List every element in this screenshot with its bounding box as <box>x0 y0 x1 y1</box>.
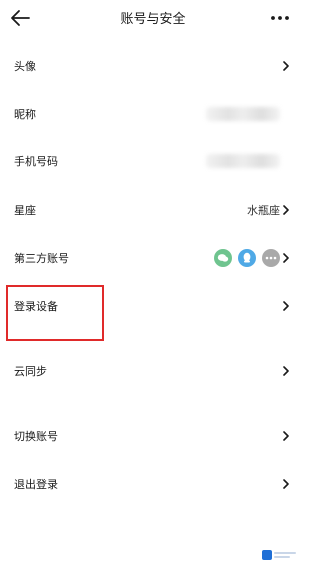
chevron-right-icon <box>283 61 289 71</box>
row-constellation[interactable]: 星座 水瓶座 <box>0 190 306 230</box>
chevron-right-icon <box>283 431 289 441</box>
chevron-right-icon <box>283 366 289 376</box>
row-switch-account[interactable]: 切换账号 <box>0 416 306 456</box>
more-horizontal-icon <box>271 16 289 20</box>
row-phone[interactable]: 手机号码 <box>0 141 306 181</box>
row-nickname[interactable]: 昵称 <box>0 94 306 134</box>
constellation-value: 水瓶座 <box>247 204 280 217</box>
blurred-phone-value <box>206 154 280 168</box>
chevron-right-icon <box>283 205 289 215</box>
qq-icon[interactable] <box>238 249 256 267</box>
row-label: 云同步 <box>14 365 47 378</box>
chevron-right-icon <box>283 301 289 311</box>
row-logout[interactable]: 退出登录 <box>0 464 306 504</box>
watermark-icon <box>262 550 272 560</box>
row-avatar[interactable]: 头像 <box>0 46 306 86</box>
highlight-annotation-box <box>6 285 104 341</box>
row-label: 头像 <box>14 60 36 73</box>
page-title: 账号与安全 <box>120 12 186 27</box>
blurred-nickname-value <box>206 107 280 121</box>
row-cloud-sync[interactable]: 云同步 <box>0 351 306 391</box>
row-label: 退出登录 <box>14 478 58 491</box>
chevron-right-icon <box>283 479 289 489</box>
row-label: 第三方账号 <box>14 252 69 265</box>
wechat-icon[interactable] <box>214 249 232 267</box>
chevron-right-icon <box>283 253 289 263</box>
row-label: 切换账号 <box>14 430 58 443</box>
more-accounts-icon[interactable] <box>262 249 280 267</box>
third-party-icons <box>214 249 280 267</box>
more-button[interactable] <box>268 8 292 28</box>
watermark-logo <box>262 548 298 562</box>
top-bar: 账号与安全 <box>0 0 306 36</box>
row-label: 昵称 <box>14 108 36 121</box>
row-label: 手机号码 <box>14 155 58 168</box>
row-label: 星座 <box>14 204 36 217</box>
row-third-party-accounts[interactable]: 第三方账号 <box>0 238 306 278</box>
